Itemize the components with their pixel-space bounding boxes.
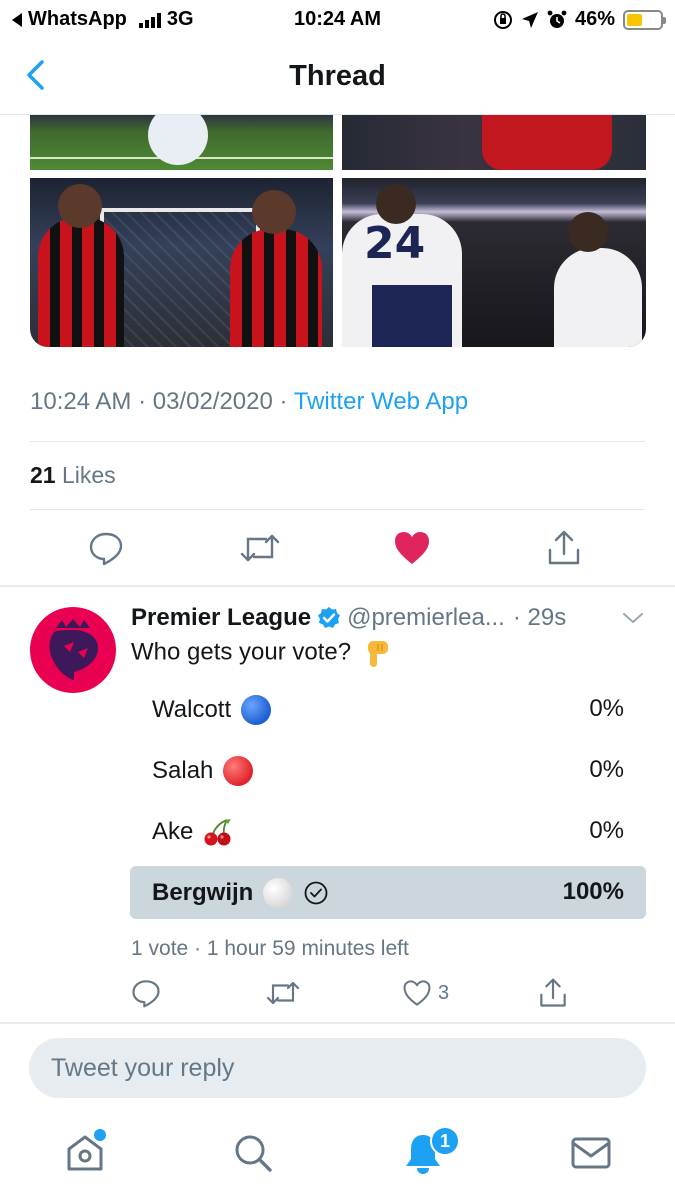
likes-label: Likes <box>61 462 116 488</box>
white-circle-emoji-icon <box>263 878 294 908</box>
alarm-icon <box>547 10 567 28</box>
reply-button[interactable] <box>131 973 161 1013</box>
status-right: 46% <box>493 8 666 31</box>
retweet-button[interactable] <box>240 528 280 568</box>
retweet-icon <box>266 981 300 1005</box>
blue-circle-emoji-icon <box>241 695 272 725</box>
media-photo-2[interactable] <box>342 115 646 170</box>
poll-option-percent: 0% <box>589 695 624 722</box>
poll-option[interactable]: Ake 0% <box>130 805 646 858</box>
like-count: 3 <box>438 981 450 1004</box>
divider <box>30 441 645 442</box>
notification-badge: 1 <box>430 1126 460 1156</box>
premier-league-lion-logo <box>49 619 98 680</box>
media-photo-4[interactable]: 24 <box>342 178 646 347</box>
tweet-media-grid[interactable]: 24 <box>30 115 646 347</box>
poll-option[interactable]: Walcott 0% <box>130 683 646 736</box>
likes-count-link[interactable]: 21 Likes <box>30 462 116 489</box>
share-icon <box>548 530 580 565</box>
heart-icon <box>403 980 431 1006</box>
check-circle-icon <box>304 881 328 905</box>
reply-input[interactable] <box>51 1038 611 1098</box>
retweet-button[interactable] <box>266 973 300 1013</box>
location-arrow-icon <box>521 11 538 28</box>
author-handle[interactable]: @premierlea... <box>347 604 505 632</box>
share-button[interactable] <box>538 973 568 1013</box>
verified-badge-icon <box>317 606 341 630</box>
chevron-down-icon[interactable] <box>621 606 645 630</box>
divider <box>0 585 675 587</box>
poll-option-percent: 100% <box>562 878 624 905</box>
tweet-timestamp: 10:24 AM · 03/02/2020 · Twitter Web App <box>30 388 469 415</box>
divider <box>0 1022 675 1024</box>
red-circle-emoji-icon <box>223 756 254 786</box>
poll-option-label: Walcott <box>152 696 232 723</box>
tweet-date: 03/02/2020 <box>152 388 273 415</box>
battery-icon <box>623 9 666 30</box>
divider <box>30 509 645 510</box>
tweet-action-bar <box>0 528 675 568</box>
nav-bar: Thread <box>0 40 675 115</box>
poll-status: 1 vote · 1 hour 59 minutes left <box>131 937 409 960</box>
cherries-emoji-icon <box>204 819 232 846</box>
likes-count: 21 <box>30 462 56 488</box>
media-photo-3[interactable] <box>30 178 333 347</box>
orientation-lock-icon <box>493 10 512 29</box>
reply-tweet-header: Premier League @premierlea... · 29s <box>131 604 645 632</box>
retweet-icon <box>240 534 280 562</box>
battery-percent: 46% <box>574 8 615 30</box>
poll-option-percent: 0% <box>589 817 624 844</box>
tweet-text-row: Who gets your vote? <box>131 638 392 668</box>
poll-option-percent: 0% <box>589 756 624 783</box>
messages-icon <box>571 1137 611 1169</box>
tab-search[interactable] <box>228 1128 278 1178</box>
status-bar: WhatsApp 3G 10:24 AM 46% <box>0 0 675 40</box>
tab-messages[interactable] <box>566 1128 616 1178</box>
share-icon <box>540 978 566 1007</box>
media-photo-1[interactable] <box>30 115 333 170</box>
like-button[interactable]: 3 <box>402 973 449 1013</box>
like-button[interactable] <box>393 528 431 568</box>
reply-button[interactable] <box>88 528 124 568</box>
avatar[interactable] <box>30 607 116 693</box>
tweet-time: 10:24 AM <box>30 388 132 415</box>
author-name[interactable]: Premier League <box>131 604 311 632</box>
page-title: Thread <box>289 60 386 92</box>
tweet-age: · 29s <box>512 604 567 631</box>
tweet-text: Who gets your vote? <box>131 638 352 666</box>
share-button[interactable] <box>546 528 582 568</box>
search-icon <box>235 1135 272 1172</box>
reply-tweet-action-bar: 3 <box>0 973 675 1013</box>
home-new-tweets-indicator <box>94 1129 106 1141</box>
heart-filled-icon <box>395 532 429 564</box>
reply-icon <box>132 980 160 1008</box>
poll-option-winner[interactable]: Bergwijn 100% <box>130 866 646 919</box>
poll-option-label: Salah <box>152 757 214 784</box>
pointing-down-emoji-icon <box>367 641 388 667</box>
tweet-source-link[interactable]: Twitter Web App <box>294 388 468 415</box>
poll-option[interactable]: Salah 0% <box>130 744 646 797</box>
reply-composer[interactable] <box>29 1038 646 1098</box>
reply-icon <box>89 532 123 566</box>
poll-option-label: Bergwijn <box>152 879 254 906</box>
poll-option-label: Ake <box>152 818 194 845</box>
